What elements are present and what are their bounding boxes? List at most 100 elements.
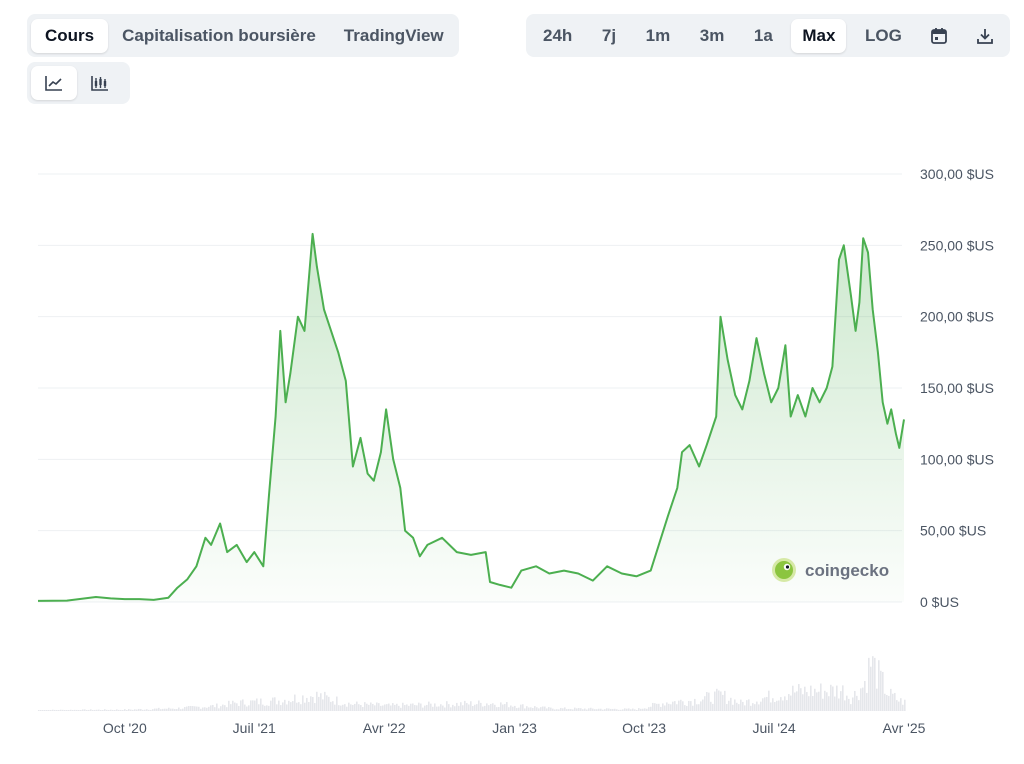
volume-bar — [766, 696, 768, 711]
volume-bar — [454, 706, 456, 711]
volume-bar — [196, 706, 198, 711]
volume-bar — [758, 704, 760, 711]
candlestick-chart-button[interactable] — [77, 66, 123, 100]
volume-bar — [614, 708, 616, 711]
range-1a-button[interactable]: 1a — [743, 19, 784, 53]
volume-bar — [850, 704, 852, 711]
range-3m-button[interactable]: 3m — [689, 19, 736, 53]
volume-bar — [576, 708, 578, 711]
chart-type-selector — [27, 62, 130, 104]
volume-bar — [522, 704, 524, 711]
volume-bar — [814, 688, 816, 711]
volume-bar — [448, 704, 450, 711]
volume-bar — [304, 702, 306, 711]
volume-bar — [702, 699, 704, 711]
x-tick-label: Juil '24 — [752, 720, 795, 736]
volume-bar — [880, 670, 882, 711]
volume-bar — [440, 704, 442, 711]
price-chart[interactable]: 0 $US 50,00 $US 100,00 $US 150,00 $US 200,00… — [0, 140, 1024, 764]
volume-bar — [526, 706, 528, 711]
volume-bar — [890, 688, 892, 711]
volume-bar — [536, 707, 538, 711]
log-scale-button[interactable]: LOG — [854, 19, 913, 53]
tab-capitalisation-boursiere[interactable]: Capitalisation boursière — [108, 19, 330, 53]
price-area — [38, 233, 904, 602]
candlestick-chart-icon — [91, 76, 108, 91]
volume-bar — [462, 705, 464, 711]
x-tick-label: Oct '20 — [103, 720, 147, 736]
range-max-button[interactable]: Max — [791, 18, 847, 53]
volume-bar — [820, 683, 822, 711]
volume-bar — [362, 707, 364, 711]
volume-bar — [898, 701, 900, 711]
volume-bar — [858, 700, 860, 711]
x-tick-label: Avr '25 — [883, 720, 926, 736]
volume-bar — [586, 709, 588, 711]
volume-bar — [156, 708, 158, 711]
volume-bar — [40, 710, 42, 711]
volume-bar — [842, 685, 844, 711]
volume-bar — [228, 700, 230, 711]
volume-bar — [406, 704, 408, 711]
volume-bar — [532, 707, 534, 711]
volume-bar — [738, 704, 740, 711]
volume-bar — [296, 702, 298, 711]
volume-bar — [258, 704, 260, 711]
x-tick-label: Oct '23 — [622, 720, 666, 736]
volume-bar — [606, 708, 608, 711]
volume-bar — [152, 709, 154, 711]
download-button[interactable] — [966, 19, 1004, 53]
volume-bar — [248, 705, 250, 711]
y-tick-label: 150,00 $US — [920, 380, 994, 396]
volume-bar — [570, 709, 572, 711]
volume-bar — [636, 709, 638, 711]
tab-tradingview[interactable]: TradingView — [330, 19, 458, 53]
range-24h-button[interactable]: 24h — [532, 19, 583, 53]
calendar-icon — [931, 27, 948, 44]
volume-bar — [426, 704, 428, 711]
volume-bar — [564, 707, 566, 711]
volume-bar — [452, 704, 454, 711]
range-1m-button[interactable]: 1m — [635, 19, 682, 53]
volume-bar — [550, 707, 552, 711]
volume-bar — [770, 702, 772, 711]
volume-bar — [484, 705, 486, 711]
volume-bar — [288, 700, 290, 711]
volume-bar — [206, 707, 208, 711]
tab-cours[interactable]: Cours — [31, 18, 109, 53]
volume-bar — [404, 705, 406, 711]
volume-bar — [418, 702, 420, 711]
volume-bar — [848, 698, 850, 711]
volume-bar — [184, 707, 186, 711]
volume-bar — [400, 707, 402, 711]
volume-bar — [572, 709, 574, 711]
volume-bar — [354, 703, 356, 711]
volume-bar — [360, 704, 362, 711]
volume-bar — [496, 707, 498, 711]
line-chart-icon — [45, 76, 62, 91]
volume-bar — [446, 701, 448, 711]
volume-bar — [622, 709, 624, 711]
volume-bar — [64, 710, 66, 711]
volume-bar — [222, 704, 224, 711]
volume-bar — [746, 700, 748, 711]
volume-bar — [66, 709, 68, 711]
volume-bar — [52, 709, 54, 711]
volume-bar — [888, 695, 890, 711]
volume-bar — [422, 707, 424, 711]
volume-bar — [744, 705, 746, 711]
volume-bar — [566, 709, 568, 711]
volume-bar — [866, 692, 868, 711]
volume-bar — [330, 701, 332, 711]
volume-bar — [86, 710, 88, 711]
volume-bar — [546, 708, 548, 711]
volume-bar — [60, 709, 62, 711]
calendar-button[interactable] — [920, 19, 958, 53]
volume-bar — [272, 697, 274, 711]
line-chart-button[interactable] — [31, 66, 77, 100]
volume-bar — [420, 703, 422, 711]
range-7j-button[interactable]: 7j — [591, 19, 627, 53]
volume-bar — [822, 698, 824, 711]
volume-bar — [284, 699, 286, 711]
volume-bar — [94, 709, 96, 711]
